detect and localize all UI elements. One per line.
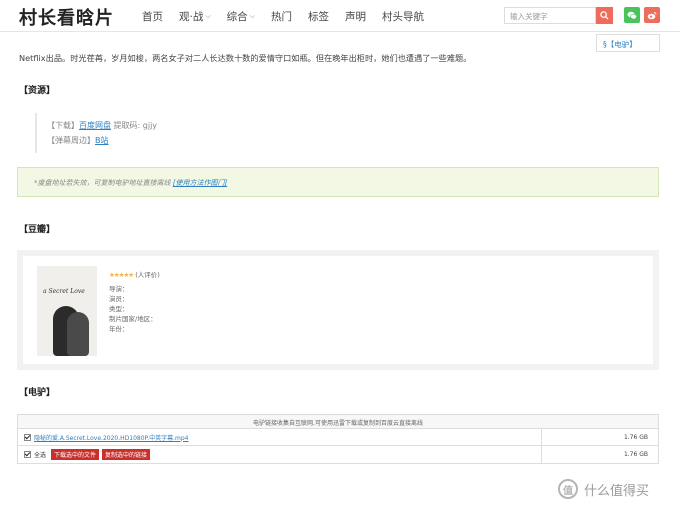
copy-selected-button[interactable]: 复制选中的链接 xyxy=(102,449,151,460)
search-icon xyxy=(600,11,609,20)
danmu-line: 【弹幕周边】B站 xyxy=(47,136,109,145)
search-button[interactable] xyxy=(596,7,613,24)
nav-item-tags[interactable]: 标签 xyxy=(308,9,329,24)
nav-item-home[interactable]: 首页 xyxy=(142,9,163,24)
field-country: 制片国家/地区： xyxy=(109,315,157,323)
download-selected-button[interactable]: 下载选中的文件 xyxy=(51,449,100,460)
total-size: 1.76 GB xyxy=(623,451,648,458)
poster-figure xyxy=(67,312,89,356)
edonkey-table: 电驴链接收集自互联网,可使用迅雷下载或复制到百度云直接离线 隐秘的爱.A.Sec… xyxy=(17,414,659,464)
resource-block: 【下载】百度网盘 提取码: gjjy 【弹幕周边】B站 xyxy=(35,113,335,153)
site-logo[interactable]: 村长看晗片 xyxy=(19,4,114,30)
rating-stars-icon: ★★★★★ xyxy=(109,271,134,279)
field-cast: 演员： xyxy=(109,295,129,303)
main-nav: 首页 观·战 ⌵ 综合 ⌵ 热门 标签 声明 村头导航 xyxy=(142,0,440,32)
chevron-down-icon: ⌵ xyxy=(205,11,211,20)
file-size: 1.76 GB xyxy=(623,433,648,441)
rating-line: ★★★★★ (人评价) xyxy=(109,271,160,279)
smzdm-logo-icon: 值 xyxy=(558,479,578,499)
nav-item-village-nav[interactable]: 村头导航 xyxy=(382,9,424,24)
movie-poster[interactable]: a Secret Love xyxy=(37,266,97,356)
side-tag-edonkey[interactable]: §【电驴】 xyxy=(596,34,660,52)
table-row: 全选 下载选中的文件 复制选中的链接 1.76 GB xyxy=(18,446,658,463)
poster-title: a Secret Love xyxy=(43,288,85,295)
chevron-down-icon: ⌵ xyxy=(249,11,255,20)
baidu-pan-link[interactable]: 百度网盘 xyxy=(79,121,111,130)
notice-box: *度盘地址若失效，可复制电驴地址直接离线 [使用方法作图门] xyxy=(17,167,659,197)
field-year: 年份： xyxy=(109,325,129,333)
table-row: 隐秘的爱.A.Secret.Love.2020.HD1080P.中英字幕.mp4… xyxy=(18,429,658,446)
douban-card: a Secret Love ★★★★★ (人评价) 导演： 演员： 类型： 制片… xyxy=(23,256,653,364)
field-director: 导演： xyxy=(109,285,129,293)
weibo-icon xyxy=(647,11,657,19)
nav-item-general[interactable]: 综合 ⌵ xyxy=(227,9,255,24)
bilibili-link[interactable]: B站 xyxy=(95,136,109,145)
nav-item-hot[interactable]: 热门 xyxy=(271,9,292,24)
edonkey-table-header: 电驴链接收集自互联网,可使用迅雷下载或复制到百度云直接离线 xyxy=(18,415,658,429)
site-header: 村长看晗片 首页 观·战 ⌵ 综合 ⌵ 热门 标签 声明 村头导航 输入关键字 xyxy=(0,0,680,32)
section-title-resource: 【资源】 xyxy=(19,86,56,96)
file-checkbox[interactable] xyxy=(24,433,31,441)
select-all-checkbox[interactable] xyxy=(24,451,31,458)
file-link[interactable]: 隐秘的爱.A.Secret.Love.2020.HD1080P.中英字幕.mp4 xyxy=(34,433,189,442)
smzdm-watermark: 值 什么值得买 xyxy=(558,479,649,499)
field-genre: 类型： xyxy=(109,305,129,313)
section-title-douban: 【豆瓣】 xyxy=(19,225,56,235)
nav-item-statement[interactable]: 声明 xyxy=(345,9,366,24)
search-input[interactable]: 输入关键字 xyxy=(504,7,596,24)
wechat-icon xyxy=(627,11,637,19)
douban-panel: a Secret Love ★★★★★ (人评价) 导演： 演员： 类型： 制片… xyxy=(17,250,659,370)
download-line: 【下载】百度网盘 提取码: gjjy xyxy=(47,121,158,130)
douban-info: ★★★★★ (人评价) 导演： 演员： 类型： 制片国家/地区： 年份： xyxy=(109,270,160,334)
wechat-button[interactable] xyxy=(624,7,640,23)
nav-item-watch[interactable]: 观·战 ⌵ xyxy=(179,9,211,24)
weibo-button[interactable] xyxy=(644,7,660,23)
section-title-edonkey: 【电驴】 xyxy=(19,388,56,398)
usage-link[interactable]: [使用方法作图门] xyxy=(173,179,227,187)
movie-intro: Netflix出品。时光荏苒，岁月如梭，两名女子对二人长达数十数的爱情守口如瓶。… xyxy=(19,53,472,63)
select-all-label: 全选 xyxy=(34,452,47,459)
